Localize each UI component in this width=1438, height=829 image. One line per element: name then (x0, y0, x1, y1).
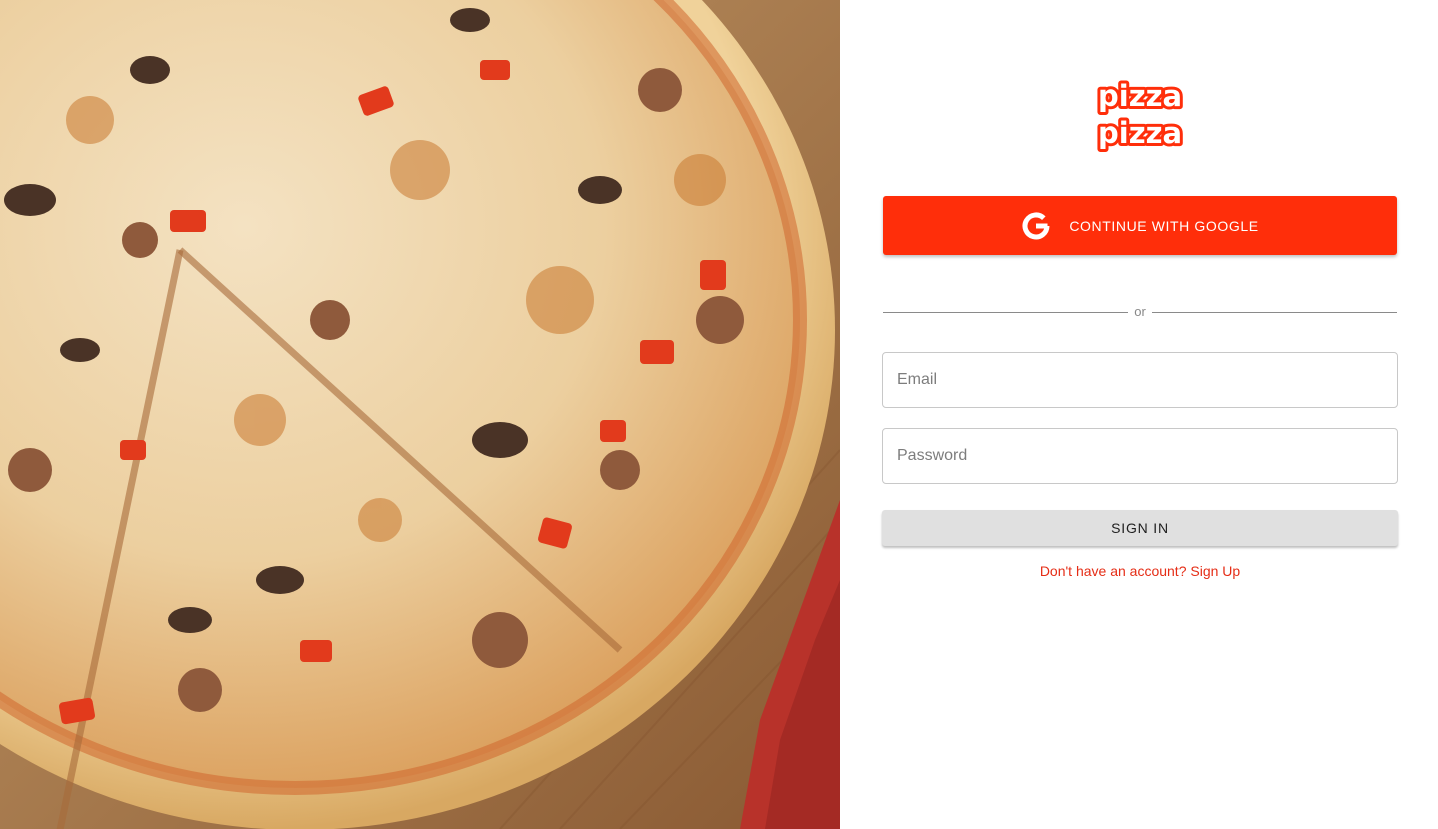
login-panel: pizza pizza CONTINUE WITH GOOGLE or SIGN… (840, 0, 1438, 829)
divider-line-right (1151, 311, 1397, 313)
password-field-container (882, 428, 1398, 484)
pizza-illustration (0, 0, 840, 829)
or-divider: or (883, 303, 1397, 321)
email-field-container (882, 352, 1398, 408)
email-input[interactable] (883, 353, 1397, 407)
hero-pizza-image (0, 0, 840, 829)
pizza-pizza-logo: pizza pizza (1094, 76, 1186, 154)
continue-with-google-button[interactable]: CONTINUE WITH GOOGLE (883, 196, 1397, 255)
signup-link-row: Don't have an account? Sign Up (840, 563, 1438, 581)
divider-text: or (1134, 304, 1146, 319)
sign-in-button[interactable]: SIGN IN (882, 510, 1398, 546)
sign-up-link[interactable]: Don't have an account? Sign Up (1040, 563, 1240, 579)
divider-line-left (883, 311, 1129, 313)
google-button-label: CONTINUE WITH GOOGLE (1069, 217, 1259, 234)
logo-line-1: pizza (1098, 79, 1182, 113)
logo-line-2: pizza (1098, 116, 1182, 150)
google-g-icon (1022, 211, 1050, 239)
sign-in-label: SIGN IN (1111, 520, 1169, 536)
password-input[interactable] (883, 429, 1397, 483)
